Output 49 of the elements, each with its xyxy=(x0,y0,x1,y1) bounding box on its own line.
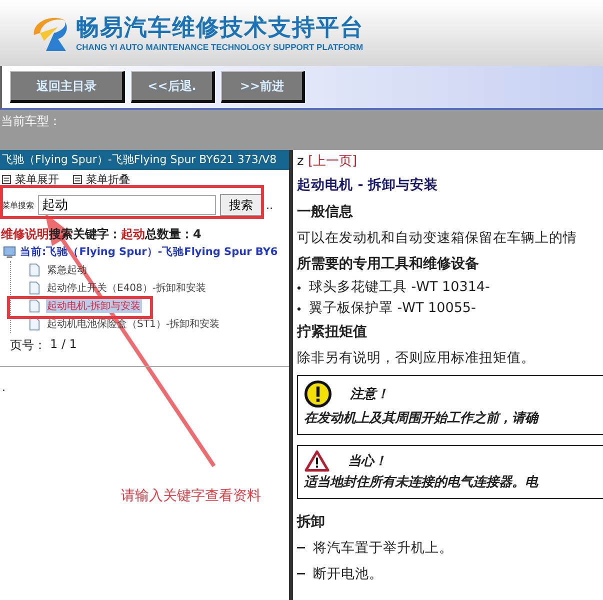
list-item: 球头多花键工具 -WT 10314- xyxy=(309,278,490,297)
section-heading: 拆卸 xyxy=(297,513,326,532)
prefix-text: z xyxy=(297,154,304,169)
article-title: 起动电机 - 拆卸与安装 xyxy=(297,176,440,195)
document-icon xyxy=(29,281,40,295)
nav-button[interactable]: 返回主目录 xyxy=(10,71,125,103)
search-button[interactable]: 搜索 xyxy=(220,194,262,216)
list-item: 翼子板保护罩 -WT 10055- xyxy=(309,299,476,318)
site-title: 畅易汽车维修技术支持平台 xyxy=(76,14,364,42)
search-field[interactable]: 起动 xyxy=(38,195,216,215)
search-label: 菜单搜索 xyxy=(2,200,34,210)
tree-item[interactable]: 紧急起动 xyxy=(46,263,88,277)
section-heading: 拧紧扭矩值 xyxy=(297,323,368,342)
notice-text: 适当地封住所有未连接的电气连接器。电 xyxy=(304,474,540,492)
current-model-label: 当前车型： xyxy=(1,114,61,128)
step-text: 断开电池。 xyxy=(313,565,383,584)
bullet-icon xyxy=(297,306,301,310)
tree-root-item[interactable]: 当前:飞驰（Flying Spur）-飞驰Flying Spur BY6 xyxy=(20,245,278,259)
notice-title: 注意！ xyxy=(350,386,389,403)
paragraph: 可以在发动机和自动变速箱保留在车辆上的情 xyxy=(297,229,578,248)
previous-page-link[interactable]: [上一页] xyxy=(308,154,358,169)
section-heading: 一般信息 xyxy=(297,203,354,222)
warning-icon xyxy=(304,450,330,472)
computer-icon xyxy=(3,246,16,258)
panel-title: 飞驰（Flying Spur）-飞驰Flying Spur BY621 373/V8 xyxy=(0,150,289,170)
exclamation-icon xyxy=(304,380,332,408)
site-subtitle: CHANG YI AUTO MAINTENANCE TECHNOLOGY SUPPORT PLATFORM xyxy=(76,42,364,52)
nav-button[interactable]: >>前进 xyxy=(221,71,305,103)
page-label: 页号： xyxy=(10,337,46,354)
document-icon xyxy=(29,263,40,277)
notice-text: 在发动机上及其周围开始工作之前，请确 xyxy=(304,410,540,428)
dot-mark: . xyxy=(1,380,6,396)
menu-icon xyxy=(2,174,11,184)
menu-toggle-link[interactable]: 菜单折叠 xyxy=(86,172,130,186)
document-icon xyxy=(29,317,40,331)
bullet-icon xyxy=(297,286,301,290)
page-number: 1 / 1 xyxy=(50,337,77,353)
paragraph: 除非另有说明，否则应用标准扭矩值。 xyxy=(297,349,536,368)
step-text: 将汽车置于举升机上。 xyxy=(313,539,453,558)
dash-icon xyxy=(297,573,305,575)
document-icon xyxy=(29,299,40,313)
menu-icon xyxy=(73,174,82,184)
nav-button[interactable]: <<后退. xyxy=(131,71,215,103)
menu-toggle-link[interactable]: 菜单展开 xyxy=(15,172,59,186)
dash-icon xyxy=(297,547,305,549)
annotation-text: 请输入关键字查看资料 xyxy=(121,487,261,505)
section-heading: 所需要的专用工具和维修设备 xyxy=(297,254,480,274)
more-mark: .. xyxy=(266,198,273,212)
notice-title: 当心！ xyxy=(348,452,387,470)
